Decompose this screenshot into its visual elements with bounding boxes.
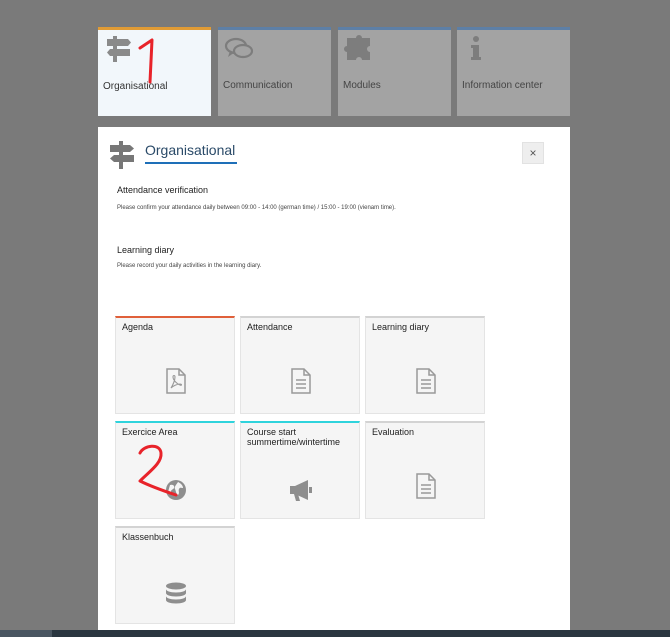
- tile-label: Course start summertime/wintertime: [247, 427, 341, 447]
- tile-label: Exercice Area: [122, 427, 178, 437]
- document-icon: [416, 368, 436, 394]
- tab-communication[interactable]: Communication: [218, 27, 331, 116]
- tab-organisational[interactable]: Organisational: [98, 27, 211, 116]
- tile-evaluation[interactable]: Evaluation: [365, 421, 485, 519]
- section-title-learning-diary: Learning diary: [117, 245, 175, 255]
- tile-course-start[interactable]: Course start summertime/wintertime: [240, 421, 360, 519]
- signpost-icon: [110, 141, 134, 169]
- organisational-panel: Organisational × Attendance verification…: [98, 127, 570, 632]
- puzzle-icon: [344, 35, 370, 60]
- signpost-icon: [107, 36, 131, 62]
- tile-agenda[interactable]: Agenda: [115, 316, 235, 414]
- pdf-file-icon: [166, 368, 186, 394]
- tab-label: Modules: [343, 80, 381, 91]
- document-icon: [416, 473, 436, 499]
- tab-label: Information center: [462, 80, 543, 91]
- document-icon: [291, 368, 311, 394]
- tile-label: Evaluation: [372, 427, 415, 437]
- section-title-attendance: Attendance verification: [117, 185, 209, 195]
- close-button[interactable]: ×: [522, 142, 544, 164]
- tile-label: Attendance: [247, 322, 293, 332]
- tile-label: Learning diary: [372, 322, 430, 332]
- tile-attendance[interactable]: Attendance: [240, 316, 360, 414]
- tile-exercice-area[interactable]: Exercice Area: [115, 421, 235, 519]
- tab-label: Communication: [223, 80, 293, 91]
- taskbar-segment: [0, 630, 52, 637]
- tile-label: Agenda: [122, 322, 154, 332]
- globe-icon: [166, 480, 186, 500]
- section-text-attendance: Please confirm your attendance daily bet…: [117, 205, 396, 211]
- section-text-learning-diary: Please record your daily activities in t…: [117, 263, 262, 269]
- tab-label: Organisational: [103, 81, 168, 92]
- megaphone-icon: [290, 480, 312, 501]
- taskbar: [0, 630, 670, 637]
- tile-label: Klassenbuch: [122, 532, 174, 542]
- tab-information-center[interactable]: Information center: [457, 27, 570, 116]
- info-icon: [471, 36, 481, 60]
- tile-learning-diary[interactable]: Learning diary: [365, 316, 485, 414]
- chat-bubbles-icon: [224, 37, 254, 59]
- tile-klassenbuch[interactable]: Klassenbuch: [115, 526, 235, 624]
- tab-modules[interactable]: Modules: [338, 27, 451, 116]
- database-icon: [166, 582, 186, 604]
- panel-title: Organisational: [145, 142, 237, 164]
